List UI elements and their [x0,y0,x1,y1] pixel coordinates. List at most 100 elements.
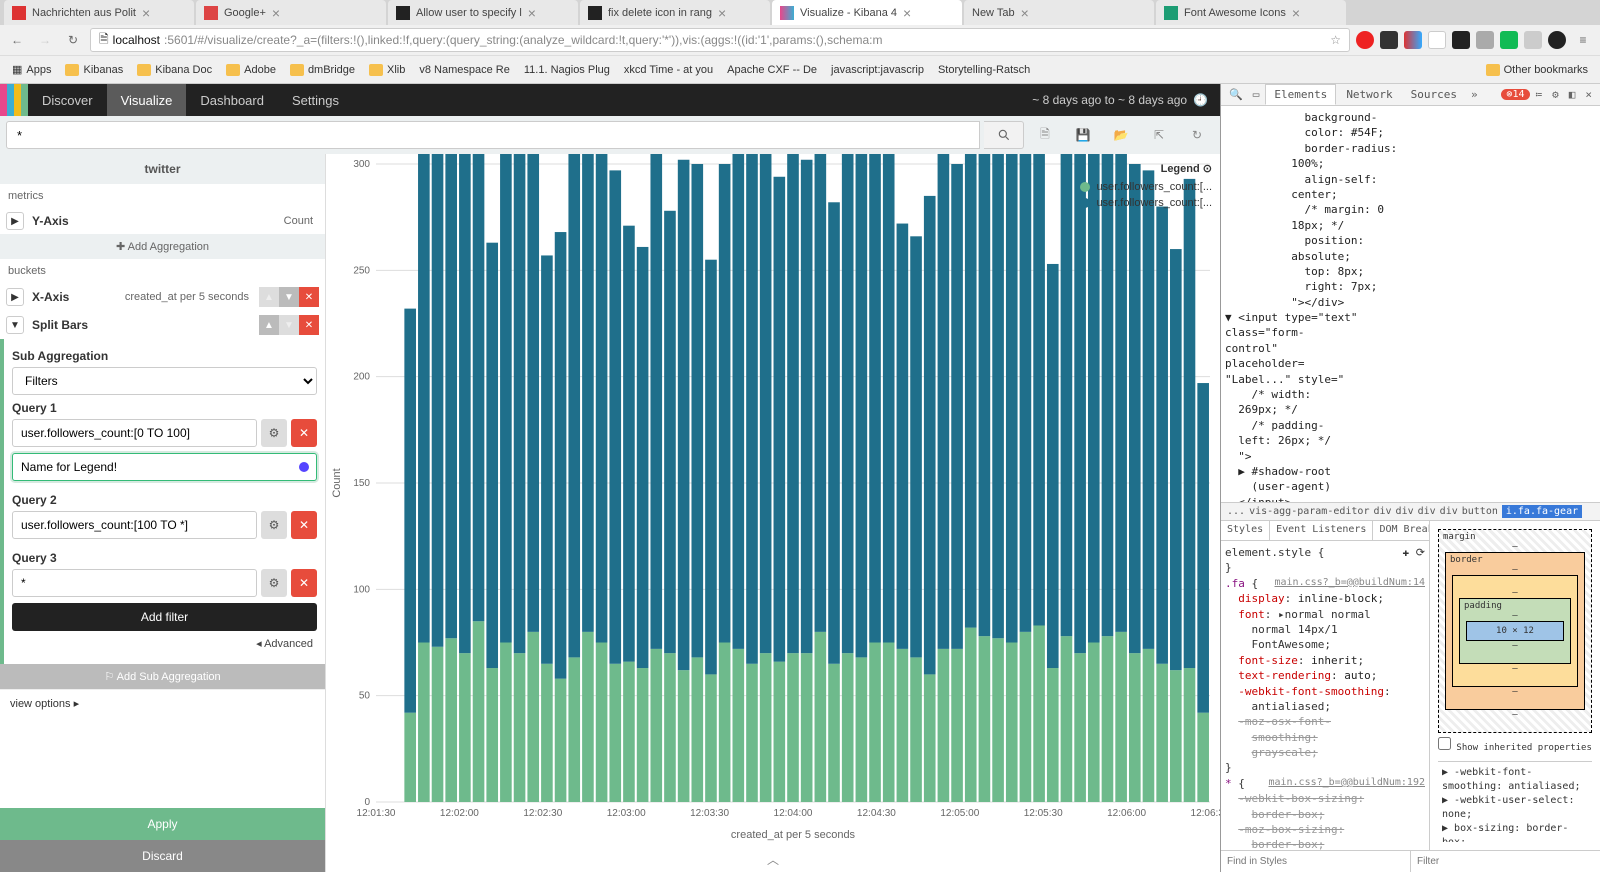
devtools-tab-elements[interactable]: Elements [1265,84,1336,105]
query-delete-button[interactable]: ✕ [291,419,317,447]
bookmark[interactable]: Storytelling-Ratsch [932,61,1036,79]
browser-tab[interactable]: Font Awesome Icons× [1156,0,1346,25]
error-badge[interactable]: ⊗14 [1501,89,1529,100]
star-icon[interactable]: ☆ [1330,33,1341,47]
bookmark[interactable]: Adobe [220,61,282,79]
query-gear-button[interactable]: ⚙ [261,569,287,597]
legend-item[interactable]: user.followers_count:[... [1080,179,1212,195]
query-gear-button[interactable]: ⚙ [261,419,287,447]
ext-icon[interactable] [1548,31,1566,49]
browser-tab[interactable]: New Tab× [964,0,1154,25]
browser-tab[interactable]: fix delete icon in rang× [580,0,770,25]
expand-button[interactable]: ▶ [6,288,24,306]
legend-title[interactable]: Legend ⊙ [1080,162,1212,179]
bookmark[interactable]: 11.1. Nagios Plug [518,61,616,79]
close-icon[interactable]: × [1581,86,1596,103]
ext-icon[interactable] [1428,31,1446,49]
devtools-tab-sources[interactable]: Sources [1403,85,1465,104]
browser-tab[interactable]: Allow user to specify l× [388,0,578,25]
bookmark[interactable]: Xlib [363,61,411,79]
query-delete-button[interactable]: ✕ [291,569,317,597]
bookmark[interactable]: Kibanas [59,61,129,79]
delete-agg-button[interactable]: ✕ [299,287,319,307]
add-subagg-button[interactable]: ⚐ Add Sub Aggregation [0,664,325,689]
browser-tab[interactable]: Google+× [196,0,386,25]
styles-body[interactable]: element.style {✚ ⟳ } main.css?_b=@@build… [1221,541,1429,850]
reload-button[interactable]: ↻ [62,29,84,51]
view-options-toggle[interactable]: view options ▸ [0,689,325,717]
collapse-button[interactable]: ▼ [6,316,24,334]
styles-tab[interactable]: Styles [1221,521,1270,540]
add-filter-button[interactable]: Add filter [12,603,317,631]
move-up-button[interactable]: ▲ [259,315,279,335]
share-button[interactable]: ⇱ [1142,121,1176,149]
browser-tab[interactable]: Nachrichten aus Polit× [4,0,194,25]
nav-settings[interactable]: Settings [278,84,353,116]
close-icon[interactable]: × [272,5,280,21]
query-delete-button[interactable]: ✕ [291,511,317,539]
inspect-icon[interactable]: 🔍 [1225,86,1247,103]
ext-icon[interactable] [1404,31,1422,49]
ext-icon[interactable] [1500,31,1518,49]
bookmark[interactable]: dmBridge [284,61,361,79]
bookmark[interactable]: Kibana Doc [131,61,218,79]
elements-breadcrumb[interactable]: ... vis-agg-param-editor div div div div… [1221,502,1600,520]
refresh-button[interactable]: ↻ [1180,121,1214,149]
back-button[interactable]: ← [6,29,28,51]
delete-agg-button[interactable]: ✕ [299,315,319,335]
move-down-button[interactable]: ▼ [279,315,299,335]
search-input[interactable] [7,128,979,143]
chevron-icon[interactable]: » [1467,86,1482,103]
elements-panel[interactable]: background- color: #54F; border-radius: … [1221,106,1600,502]
device-icon[interactable]: ▭ [1249,86,1264,103]
ext-icon[interactable] [1524,31,1542,49]
close-icon[interactable]: × [718,5,726,21]
expand-button[interactable]: ▶ [6,212,24,230]
drawer-icon[interactable]: ≔ [1532,86,1547,103]
nav-visualize[interactable]: Visualize [107,84,187,116]
find-styles-input[interactable] [1221,851,1411,872]
move-up-button[interactable]: ▲ [259,287,279,307]
move-down-button[interactable]: ▼ [279,287,299,307]
bookmark[interactable]: v8 Namespace Re [413,61,516,79]
query1-input[interactable] [12,419,257,447]
save-button[interactable]: 💾 [1066,121,1100,149]
close-icon[interactable]: × [903,5,911,21]
open-button[interactable]: 📂 [1104,121,1138,149]
filter-computed-input[interactable] [1411,851,1600,872]
query3-input[interactable] [12,569,257,597]
event-listeners-tab[interactable]: Event Listeners [1270,521,1373,540]
browser-tab-active[interactable]: Visualize - Kibana 4× [772,0,962,25]
add-metric-button[interactable]: ✚ Add Aggregation [0,234,325,259]
query-gear-button[interactable]: ⚙ [261,511,287,539]
ext-icon[interactable] [1380,31,1398,49]
devtools-tab-network[interactable]: Network [1338,85,1400,104]
close-icon[interactable]: × [1292,5,1300,21]
new-button[interactable]: 🗎 [1028,121,1062,149]
menu-icon[interactable]: ≡ [1572,29,1594,51]
close-icon[interactable]: × [142,5,150,21]
ext-icon[interactable] [1476,31,1494,49]
bookmark[interactable]: Apache CXF -- De [721,61,823,79]
ext-icon[interactable] [1356,31,1374,49]
nav-dashboard[interactable]: Dashboard [186,84,278,116]
dock-icon[interactable]: ◧ [1565,86,1580,103]
query2-input[interactable] [12,511,257,539]
ext-icon[interactable] [1452,31,1470,49]
gear-icon[interactable]: ⚙ [1548,86,1563,103]
bookmark[interactable]: xkcd Time - at you [618,61,719,79]
timepicker[interactable]: ~ 8 days ago to ~ 8 days ago 🕘 [1020,84,1220,116]
dom-breakpoints-tab[interactable]: DOM Breakpoints [1373,521,1430,540]
legend-item[interactable]: user.followers_count:[... [1080,195,1212,211]
advanced-toggle[interactable]: ◂ Advanced [12,631,317,656]
close-icon[interactable]: × [1021,5,1029,21]
collapse-handle[interactable]: ︿ [767,851,779,868]
nav-discover[interactable]: Discover [28,84,107,116]
close-icon[interactable]: × [528,5,536,21]
query1-legend-input[interactable] [12,453,317,481]
bookmark[interactable]: javascript:javascrip [825,61,930,79]
forward-button[interactable]: → [34,29,56,51]
computed-styles[interactable]: ▶ -webkit-font-smoothing: antialiased; ▶… [1438,761,1592,842]
bookmark[interactable]: ▦Apps [6,60,57,79]
search-button[interactable] [984,121,1024,149]
